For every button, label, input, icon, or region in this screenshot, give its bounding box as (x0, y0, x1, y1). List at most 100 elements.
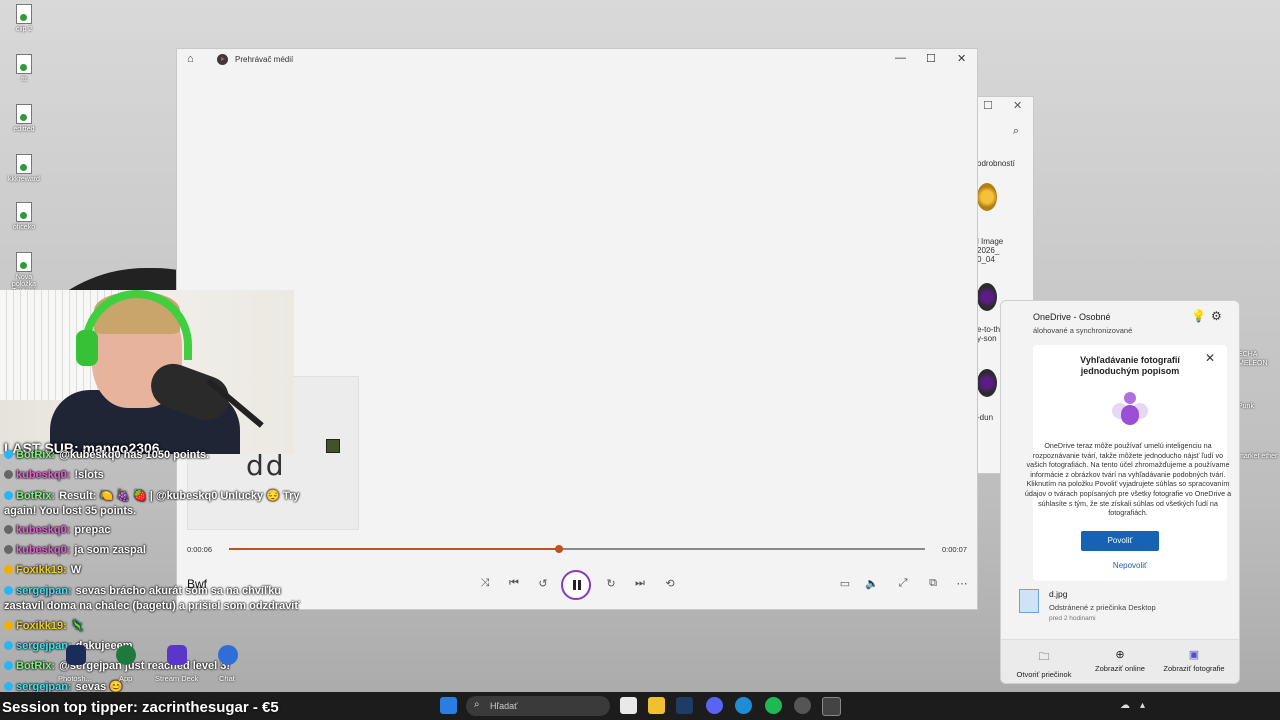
start-button-icon[interactable] (440, 697, 457, 714)
fullscreen-icon[interactable]: ⤢ (894, 577, 912, 590)
desktop-icon-right[interactable]: market ether (1238, 452, 1280, 461)
previous-icon[interactable]: ⏮ (505, 577, 523, 590)
chat-badge-icon (4, 621, 13, 630)
lightbulb-icon[interactable]: 💡 (1191, 309, 1206, 323)
onedrive-footer: 🗀 Otvoriť priečinok ⊕ Zobraziť online ▣ Zob… (1001, 639, 1239, 683)
close-icon[interactable]: ✕ (957, 52, 966, 65)
spotify-icon[interactable] (765, 697, 782, 714)
onedrive-flyout[interactable]: OneDrive - Osobné álohované a synchroniz… (1000, 300, 1240, 684)
onedrive-title: OneDrive - Osobné (1033, 312, 1111, 322)
chat-badge-icon (4, 470, 13, 479)
stream-deck-icon[interactable] (167, 645, 187, 665)
view-photos-button[interactable]: ▣ Zobraziť fotografie (1157, 648, 1231, 673)
taskbar-search[interactable]: ⌕ Hľadať (466, 696, 610, 716)
details-tab[interactable]: odrobností (977, 159, 1015, 168)
people-illustration-icon (1112, 392, 1148, 425)
desktop-icon-right[interactable]: Punk (1238, 402, 1280, 411)
desktop-icon-label: Punk (1238, 403, 1254, 410)
desktop-icon[interactable]: ttt (4, 54, 44, 83)
system-tray-icon[interactable]: ▴ (1140, 700, 1145, 711)
dock-label: App (119, 674, 133, 683)
chat-user: BotRix: (16, 490, 56, 502)
chat-user: BotRix: (16, 449, 56, 461)
desktop-icon[interactable]: kkkreward (4, 154, 44, 183)
chat-user: sergejpan: (16, 585, 72, 597)
rewind-10-icon[interactable]: ↺ (534, 577, 552, 590)
file-icon (16, 154, 32, 174)
more-options-icon[interactable]: ⋯ (953, 577, 971, 590)
task-view-icon[interactable] (620, 697, 637, 714)
chat-message: Foxikk19: W (4, 564, 81, 576)
maximize-icon[interactable]: ☐ (983, 99, 993, 112)
pause-button[interactable] (561, 570, 591, 600)
chat-message: kubeskq0: ja som zaspal (4, 544, 146, 556)
photoshop-icon[interactable] (66, 645, 86, 665)
chat-badge-icon (4, 586, 13, 595)
chat-badge-icon (4, 450, 13, 459)
file-icon (16, 104, 32, 124)
chat-user: kubeskq0: (16, 469, 71, 481)
close-icon[interactable]: ✕ (1013, 99, 1022, 112)
folder-icon: 🗀 (1038, 651, 1050, 663)
allow-button[interactable]: Povoliť (1081, 531, 1159, 551)
seek-track[interactable] (229, 545, 925, 553)
home-icon[interactable]: ⌂ (187, 53, 194, 65)
chat-text: prepac (74, 524, 111, 536)
seek-progress (229, 548, 559, 550)
search-icon[interactable]: ⌕ (1013, 125, 1019, 138)
desktop-icon-right[interactable]: ECHA MELEON (1238, 350, 1280, 368)
chat-message: sergejpan: sevas brácho akurát som sa na … (4, 584, 304, 614)
current-time: 0:00:06 (187, 545, 213, 554)
desktop-icon[interactable]: clip 2 (4, 4, 44, 33)
edge-icon[interactable] (735, 697, 752, 714)
open-folder-label: Otvoriť priečinok (1016, 670, 1072, 679)
chat-user: Foxikk19: (16, 564, 67, 576)
desktop-icon-label: kkkreward (8, 176, 40, 183)
chrome-icon[interactable] (794, 697, 811, 714)
file-explorer-icon[interactable] (648, 697, 665, 714)
discord-icon[interactable] (706, 697, 723, 714)
thumbnail[interactable] (977, 283, 997, 311)
image-file-icon (1019, 589, 1039, 613)
desktop-icon[interactable]: oficeko (4, 202, 44, 231)
headset-earcup (76, 330, 98, 366)
gear-icon[interactable]: ⚙ (1211, 309, 1222, 323)
deny-link[interactable]: Nepovoliť (1033, 561, 1227, 570)
forward-30-icon[interactable]: ↻ (602, 577, 620, 590)
captions-icon[interactable]: ▭ (836, 577, 854, 590)
file-name: d.jpg (1049, 589, 1068, 599)
open-folder-button[interactable]: 🗀 Otvoriť priečinok (1007, 648, 1081, 679)
volume-icon[interactable]: 🔈 (863, 577, 881, 590)
thumbnail[interactable] (977, 183, 997, 211)
desktop-icon[interactable]: editted (4, 104, 44, 133)
chat-text: W (70, 564, 82, 576)
window-title: Prehrávač médií (235, 55, 294, 64)
maximize-icon[interactable]: ☐ (926, 52, 936, 65)
thumbnail[interactable] (977, 369, 997, 397)
card-title: Vyhľadávanie fotografií jednoduchým popi… (1080, 355, 1180, 376)
seek-bar-row: 0:00:06 0:00:07 (177, 539, 977, 559)
view-online-button[interactable]: ⊕ Zobraziť online (1083, 648, 1157, 673)
repeat-icon[interactable]: ⟲ (661, 577, 679, 590)
photos-icon: ▣ (1188, 649, 1200, 661)
desktop-icon-label: ECHA MELEON (1238, 351, 1268, 367)
search-icon: ⌕ (474, 699, 480, 710)
shuffle-icon[interactable]: ⤨ (476, 577, 494, 590)
webcam-overlay (0, 290, 294, 454)
chat-text: !slots (74, 469, 104, 481)
next-icon[interactable]: ⏭ (631, 577, 649, 590)
chat-message: kubeskq0: prepac (4, 524, 111, 536)
file-icon (16, 252, 32, 272)
chat-text: 🦎 (70, 620, 85, 632)
view-photos-label: Zobraziť fotografie (1163, 664, 1225, 673)
mini-player-icon[interactable]: ⧉ (924, 577, 942, 590)
title-bar[interactable]: ⌂ Prehrávač médií — ☐ ✕ (177, 49, 977, 71)
network-icon[interactable]: ☁ (1120, 700, 1130, 711)
chat-text: @kubeskq0 has 1050 points. (59, 449, 210, 461)
chat-app-icon[interactable] (218, 645, 238, 665)
app-icon[interactable] (116, 645, 136, 665)
seek-handle[interactable] (554, 545, 563, 553)
minimize-icon[interactable]: — (895, 52, 906, 64)
media-player-taskbar-icon[interactable] (822, 697, 841, 716)
steam-icon[interactable] (676, 697, 693, 714)
